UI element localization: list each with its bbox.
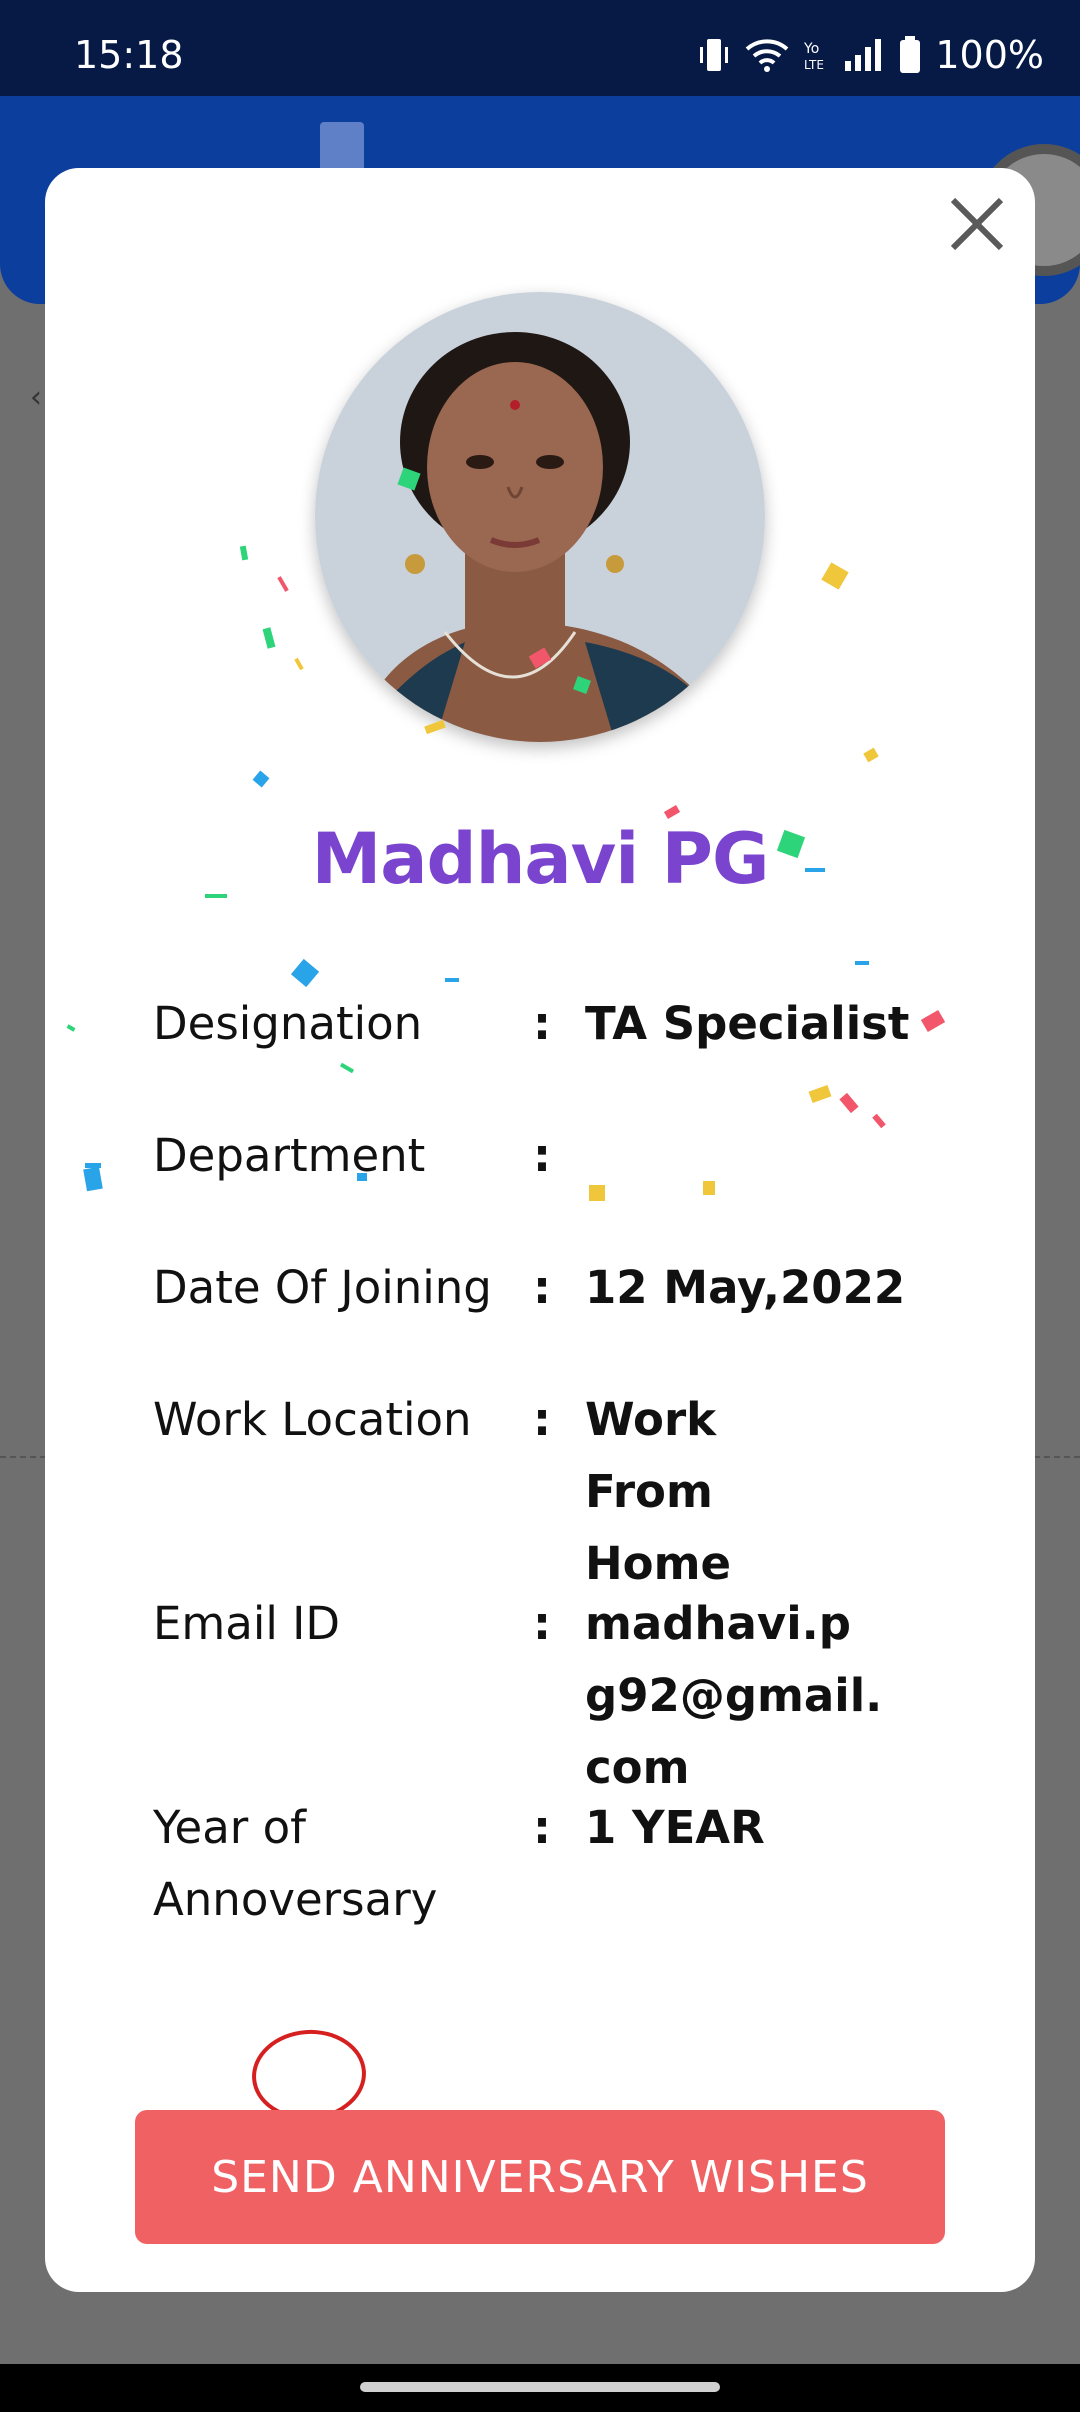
employee-name: Madhavi PG bbox=[311, 818, 770, 900]
work-location-value: Work From Home bbox=[585, 1393, 731, 1590]
separator: : bbox=[533, 1801, 551, 1854]
separator: : bbox=[533, 1261, 551, 1314]
status-time: 15:18 bbox=[74, 33, 184, 77]
department-row: Department : bbox=[153, 1120, 1013, 1252]
department-label: Department bbox=[153, 1129, 426, 1182]
battery-icon bbox=[900, 36, 921, 73]
status-bar: 15:18 Yo LTE 100% bbox=[0, 0, 1080, 96]
department-value bbox=[585, 1120, 1013, 1252]
anniversary-label: Year of Annoversary bbox=[153, 1801, 438, 1926]
anniversary-dialog: Madhavi PG Designation : TA Specialist D… bbox=[45, 168, 1035, 2292]
designation-label: Designation bbox=[153, 997, 423, 1050]
email-label: Email ID bbox=[153, 1597, 341, 1650]
date-of-joining-label: Date Of Joining bbox=[153, 1261, 492, 1314]
anniversary-row: Year of Annoversary : 1 YEAR bbox=[153, 1792, 1013, 1952]
separator: : bbox=[533, 1393, 551, 1446]
vibrate-icon bbox=[700, 39, 729, 71]
close-icon bbox=[950, 197, 1004, 251]
signal-icon bbox=[845, 39, 882, 71]
designation-row: Designation : TA Specialist bbox=[153, 988, 1013, 1120]
separator: : bbox=[533, 997, 551, 1050]
work-location-label: Work Location bbox=[153, 1393, 472, 1446]
email-row: Email ID : madhavi.pg92@gmail.com bbox=[153, 1588, 1013, 1794]
wifi-icon bbox=[746, 39, 789, 72]
employee-photo bbox=[315, 292, 765, 742]
email-value: madhavi.pg92@gmail.com bbox=[585, 1597, 883, 1794]
svg-text:Yo: Yo bbox=[803, 41, 819, 57]
work-location-row: Work Location : Work From Home bbox=[153, 1384, 1013, 1590]
status-icons: Yo LTE 100% bbox=[697, 33, 1044, 77]
volte-icon: YoLTE bbox=[803, 41, 824, 72]
anniversary-value: 1 YEAR bbox=[585, 1801, 765, 1854]
date-of-joining-row: Date Of Joining : 12 May,2022 bbox=[153, 1252, 1013, 1384]
separator: : bbox=[533, 1129, 551, 1182]
battery-percent: 100% bbox=[935, 33, 1044, 77]
date-of-joining-value: 12 May,2022 bbox=[585, 1261, 906, 1314]
designation-value: TA Specialist bbox=[585, 997, 910, 1050]
send-anniversary-wishes-button[interactable]: SEND ANNIVERSARY WISHES bbox=[135, 2110, 945, 2244]
close-button[interactable] bbox=[929, 176, 1025, 272]
svg-text:LTE: LTE bbox=[804, 58, 824, 72]
employee-details: Designation : TA Specialist Department :… bbox=[153, 988, 1013, 1952]
back-icon: ‹ bbox=[30, 380, 42, 415]
separator: : bbox=[533, 1597, 551, 1650]
home-gesture-handle[interactable] bbox=[360, 2382, 720, 2392]
